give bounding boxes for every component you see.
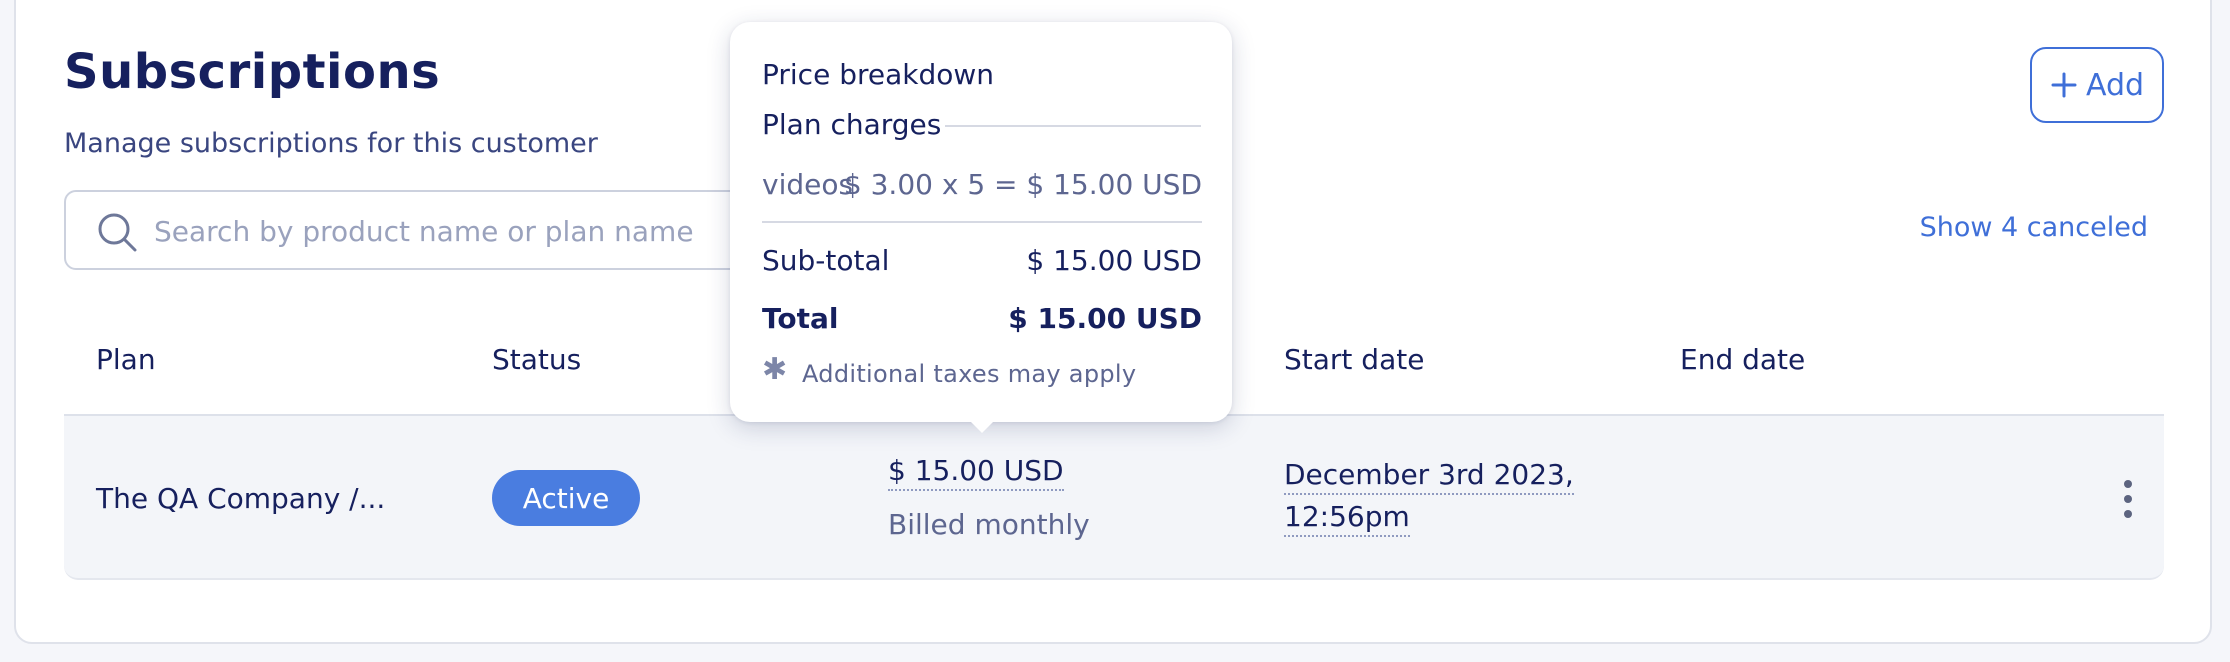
search-input[interactable] bbox=[152, 204, 756, 258]
start-date-line2: 12:56pm bbox=[1284, 500, 1410, 537]
start-date-line1: December 3rd 2023, bbox=[1284, 458, 1574, 495]
column-header-status: Status bbox=[492, 343, 582, 376]
subtotal-label: Sub-total bbox=[762, 244, 890, 277]
subtotal-value: $ 15.00 USD bbox=[1026, 244, 1202, 277]
price-amount[interactable]: $ 15.00 USD bbox=[888, 454, 1064, 491]
add-subscription-button[interactable]: Add bbox=[2030, 47, 2164, 123]
tooltip-title: Price breakdown bbox=[762, 58, 995, 91]
charge-item-calculation: $ 3.00 x 5 = $ 15.00 USD bbox=[843, 168, 1202, 201]
add-button-label: Add bbox=[2085, 67, 2145, 103]
status-badge: Active bbox=[492, 470, 640, 526]
table-row[interactable]: The QA Company /... Active $ 15.00 USD B… bbox=[64, 414, 2164, 580]
plus-icon bbox=[2051, 72, 2077, 98]
show-canceled-link[interactable]: Show 4 canceled bbox=[1920, 212, 2148, 243]
tooltip-arrow bbox=[971, 422, 993, 433]
charge-item-name: videos bbox=[762, 168, 854, 201]
section-divider bbox=[945, 125, 1201, 127]
tax-note: Additional taxes may apply bbox=[802, 360, 1137, 388]
page-title: Subscriptions bbox=[64, 44, 441, 100]
column-header-end-date: End date bbox=[1680, 343, 1806, 376]
row-actions-menu-icon[interactable] bbox=[2112, 478, 2144, 520]
tooltip-divider bbox=[762, 221, 1202, 223]
column-header-start-date: Start date bbox=[1284, 343, 1425, 376]
total-label: Total bbox=[762, 302, 839, 335]
page-subtitle: Manage subscriptions for this customer bbox=[64, 128, 598, 159]
search-box[interactable] bbox=[64, 190, 784, 270]
tooltip-section-title: Plan charges bbox=[762, 108, 942, 141]
search-icon bbox=[98, 213, 137, 252]
billing-frequency: Billed monthly bbox=[888, 508, 1090, 541]
price-breakdown-tooltip: Price breakdown Plan charges videos $ 3.… bbox=[730, 22, 1232, 433]
plan-name: The QA Company /... bbox=[96, 482, 386, 515]
total-value: $ 15.00 USD bbox=[1008, 302, 1202, 335]
column-header-plan: Plan bbox=[96, 343, 156, 376]
asterisk-icon: ✱ bbox=[762, 352, 788, 387]
